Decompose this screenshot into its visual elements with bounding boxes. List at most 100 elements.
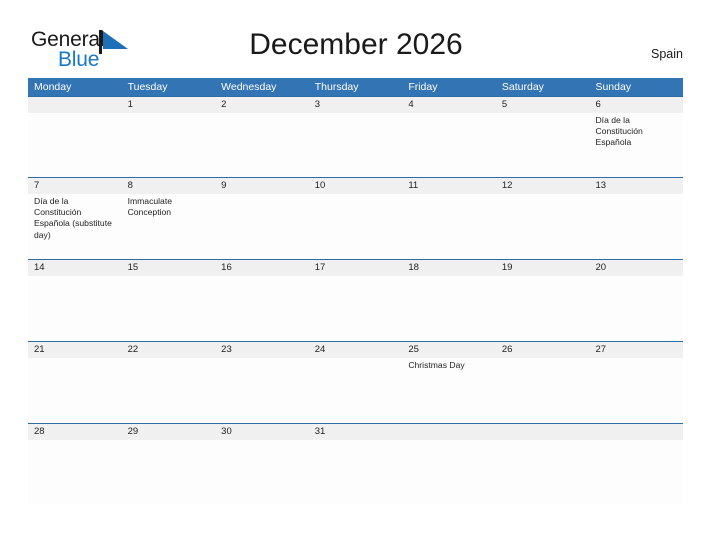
- week-event-band: [28, 276, 683, 341]
- day-cell-empty: [496, 440, 590, 504]
- weekday-header-tuesday: Tuesday: [127, 81, 168, 93]
- day-number-empty: [402, 424, 496, 440]
- day-cell-1[interactable]: [122, 113, 216, 177]
- day-number-8[interactable]: 8: [122, 178, 216, 194]
- day-cell-27[interactable]: [589, 358, 683, 423]
- day-number-6[interactable]: 6: [589, 97, 683, 113]
- day-cell-24[interactable]: [309, 358, 403, 423]
- week-event-band: Día de la Constitución Española: [28, 113, 683, 177]
- day-cell-26[interactable]: [496, 358, 590, 423]
- day-number-12[interactable]: 12: [496, 178, 590, 194]
- day-cell-29[interactable]: [122, 440, 216, 504]
- day-cell-23[interactable]: [215, 358, 309, 423]
- weekday-header-thursday: Thursday: [314, 81, 359, 93]
- day-number-29[interactable]: 29: [122, 424, 216, 440]
- holiday-label: Día de la Constitución Española (substit…: [34, 196, 112, 240]
- country-label: Spain: [651, 47, 683, 61]
- week-date-number-band: 21 22 23 24 25 26 27: [28, 341, 683, 358]
- day-number-28[interactable]: 28: [28, 424, 122, 440]
- day-cell-empty: [589, 440, 683, 504]
- day-number-27[interactable]: 27: [589, 342, 683, 358]
- day-cell-13[interactable]: [589, 194, 683, 259]
- day-cell-7[interactable]: Día de la Constitución Española (substit…: [28, 194, 122, 259]
- day-cell-6[interactable]: Día de la Constitución Española: [589, 113, 683, 177]
- weekday-header-wednesday: Wednesday: [221, 81, 277, 93]
- day-number-16[interactable]: 16: [215, 260, 309, 276]
- calendar-week-row: 1 2 3 4 5 6 Día de la Constitución Española: [28, 96, 683, 177]
- day-cell-28[interactable]: [28, 440, 122, 504]
- holiday-label: Christmas Day: [408, 360, 465, 370]
- day-cell-12[interactable]: [496, 194, 590, 259]
- day-number-9[interactable]: 9: [215, 178, 309, 194]
- day-number-24[interactable]: 24: [309, 342, 403, 358]
- day-number-30[interactable]: 30: [215, 424, 309, 440]
- day-cell-14[interactable]: [28, 276, 122, 341]
- day-number-14[interactable]: 14: [28, 260, 122, 276]
- day-number-15[interactable]: 15: [122, 260, 216, 276]
- day-cell-31[interactable]: [309, 440, 403, 504]
- calendar-week-row: 7 8 9 10 11 12 13 Día de la Constitución Españo…: [28, 177, 683, 259]
- day-cell-16[interactable]: [215, 276, 309, 341]
- day-cell-3[interactable]: [309, 113, 403, 177]
- day-number-18[interactable]: 18: [402, 260, 496, 276]
- page-title: December 2026: [249, 28, 463, 61]
- week-date-number-band: 28 29 30 31: [28, 423, 683, 440]
- day-cell-empty: [402, 440, 496, 504]
- week-event-band: [28, 440, 683, 504]
- week-event-band: Christmas Day: [28, 358, 683, 423]
- day-number-31[interactable]: 31: [309, 424, 403, 440]
- day-number-11[interactable]: 11: [402, 178, 496, 194]
- calendar-week-row: 14 15 16 17 18 19 20: [28, 259, 683, 341]
- calendar-week-row: 28 29 30 31: [28, 423, 683, 504]
- day-number-3[interactable]: 3: [309, 97, 403, 113]
- day-cell-30[interactable]: [215, 440, 309, 504]
- day-number-23[interactable]: 23: [215, 342, 309, 358]
- day-number-empty: [28, 97, 122, 113]
- week-event-band: Día de la Constitución Española (substit…: [28, 194, 683, 259]
- day-cell-25[interactable]: Christmas Day: [402, 358, 496, 423]
- day-number-empty: [589, 424, 683, 440]
- day-number-13[interactable]: 13: [589, 178, 683, 194]
- day-cell-21[interactable]: [28, 358, 122, 423]
- day-cell-5[interactable]: [496, 113, 590, 177]
- day-number-5[interactable]: 5: [496, 97, 590, 113]
- day-number-1[interactable]: 1: [122, 97, 216, 113]
- weekday-header-saturday: Saturday: [501, 81, 544, 93]
- day-cell-22[interactable]: [122, 358, 216, 423]
- weekday-header-row: Monday Tuesday Wednesday Thursday Friday Satu…: [28, 78, 683, 96]
- day-cell-19[interactable]: [496, 276, 590, 341]
- week-date-number-band: 123456: [28, 96, 683, 113]
- holiday-label: Día de la Constitución Española: [595, 115, 643, 148]
- day-cell-2[interactable]: [215, 113, 309, 177]
- day-cell-empty: [28, 113, 122, 177]
- day-number-25[interactable]: 25: [402, 342, 496, 358]
- day-cell-11[interactable]: [402, 194, 496, 259]
- day-number-26[interactable]: 26: [496, 342, 590, 358]
- day-number-21[interactable]: 21: [28, 342, 122, 358]
- day-cell-8[interactable]: Immaculate Conception: [122, 194, 216, 259]
- day-number-2[interactable]: 2: [215, 97, 309, 113]
- day-number-10[interactable]: 10: [309, 178, 403, 194]
- week-date-number-band: 7 8 9 10 11 12 13: [28, 177, 683, 194]
- day-cell-17[interactable]: [309, 276, 403, 341]
- day-cell-9[interactable]: [215, 194, 309, 259]
- day-number-empty: [496, 424, 590, 440]
- holiday-label: Immaculate Conception: [127, 196, 172, 218]
- calendar-weeks: 1 2 3 4 5 6 Día de la Constitución Española 7 8 9…: [28, 96, 683, 504]
- calendar-week-row: 21 22 23 24 25 26 27 Christmas Day: [28, 341, 683, 423]
- calendar-grid: Monday Tuesday Wednesday Thursday Friday Satu…: [28, 78, 683, 504]
- day-number-20[interactable]: 20: [589, 260, 683, 276]
- day-number-19[interactable]: 19: [496, 260, 590, 276]
- day-number-4[interactable]: 4: [402, 97, 496, 113]
- page-header: General Blue December 2026 Spain: [0, 0, 712, 78]
- day-number-17[interactable]: 17: [309, 260, 403, 276]
- weekday-header-friday: Friday: [408, 81, 438, 93]
- day-cell-10[interactable]: [309, 194, 403, 259]
- day-cell-15[interactable]: [122, 276, 216, 341]
- day-number-7[interactable]: 7: [28, 178, 122, 194]
- day-cell-20[interactable]: [589, 276, 683, 341]
- day-number-22[interactable]: 22: [122, 342, 216, 358]
- weekday-header-monday: Monday: [34, 81, 72, 93]
- day-cell-4[interactable]: [402, 113, 496, 177]
- day-cell-18[interactable]: [402, 276, 496, 341]
